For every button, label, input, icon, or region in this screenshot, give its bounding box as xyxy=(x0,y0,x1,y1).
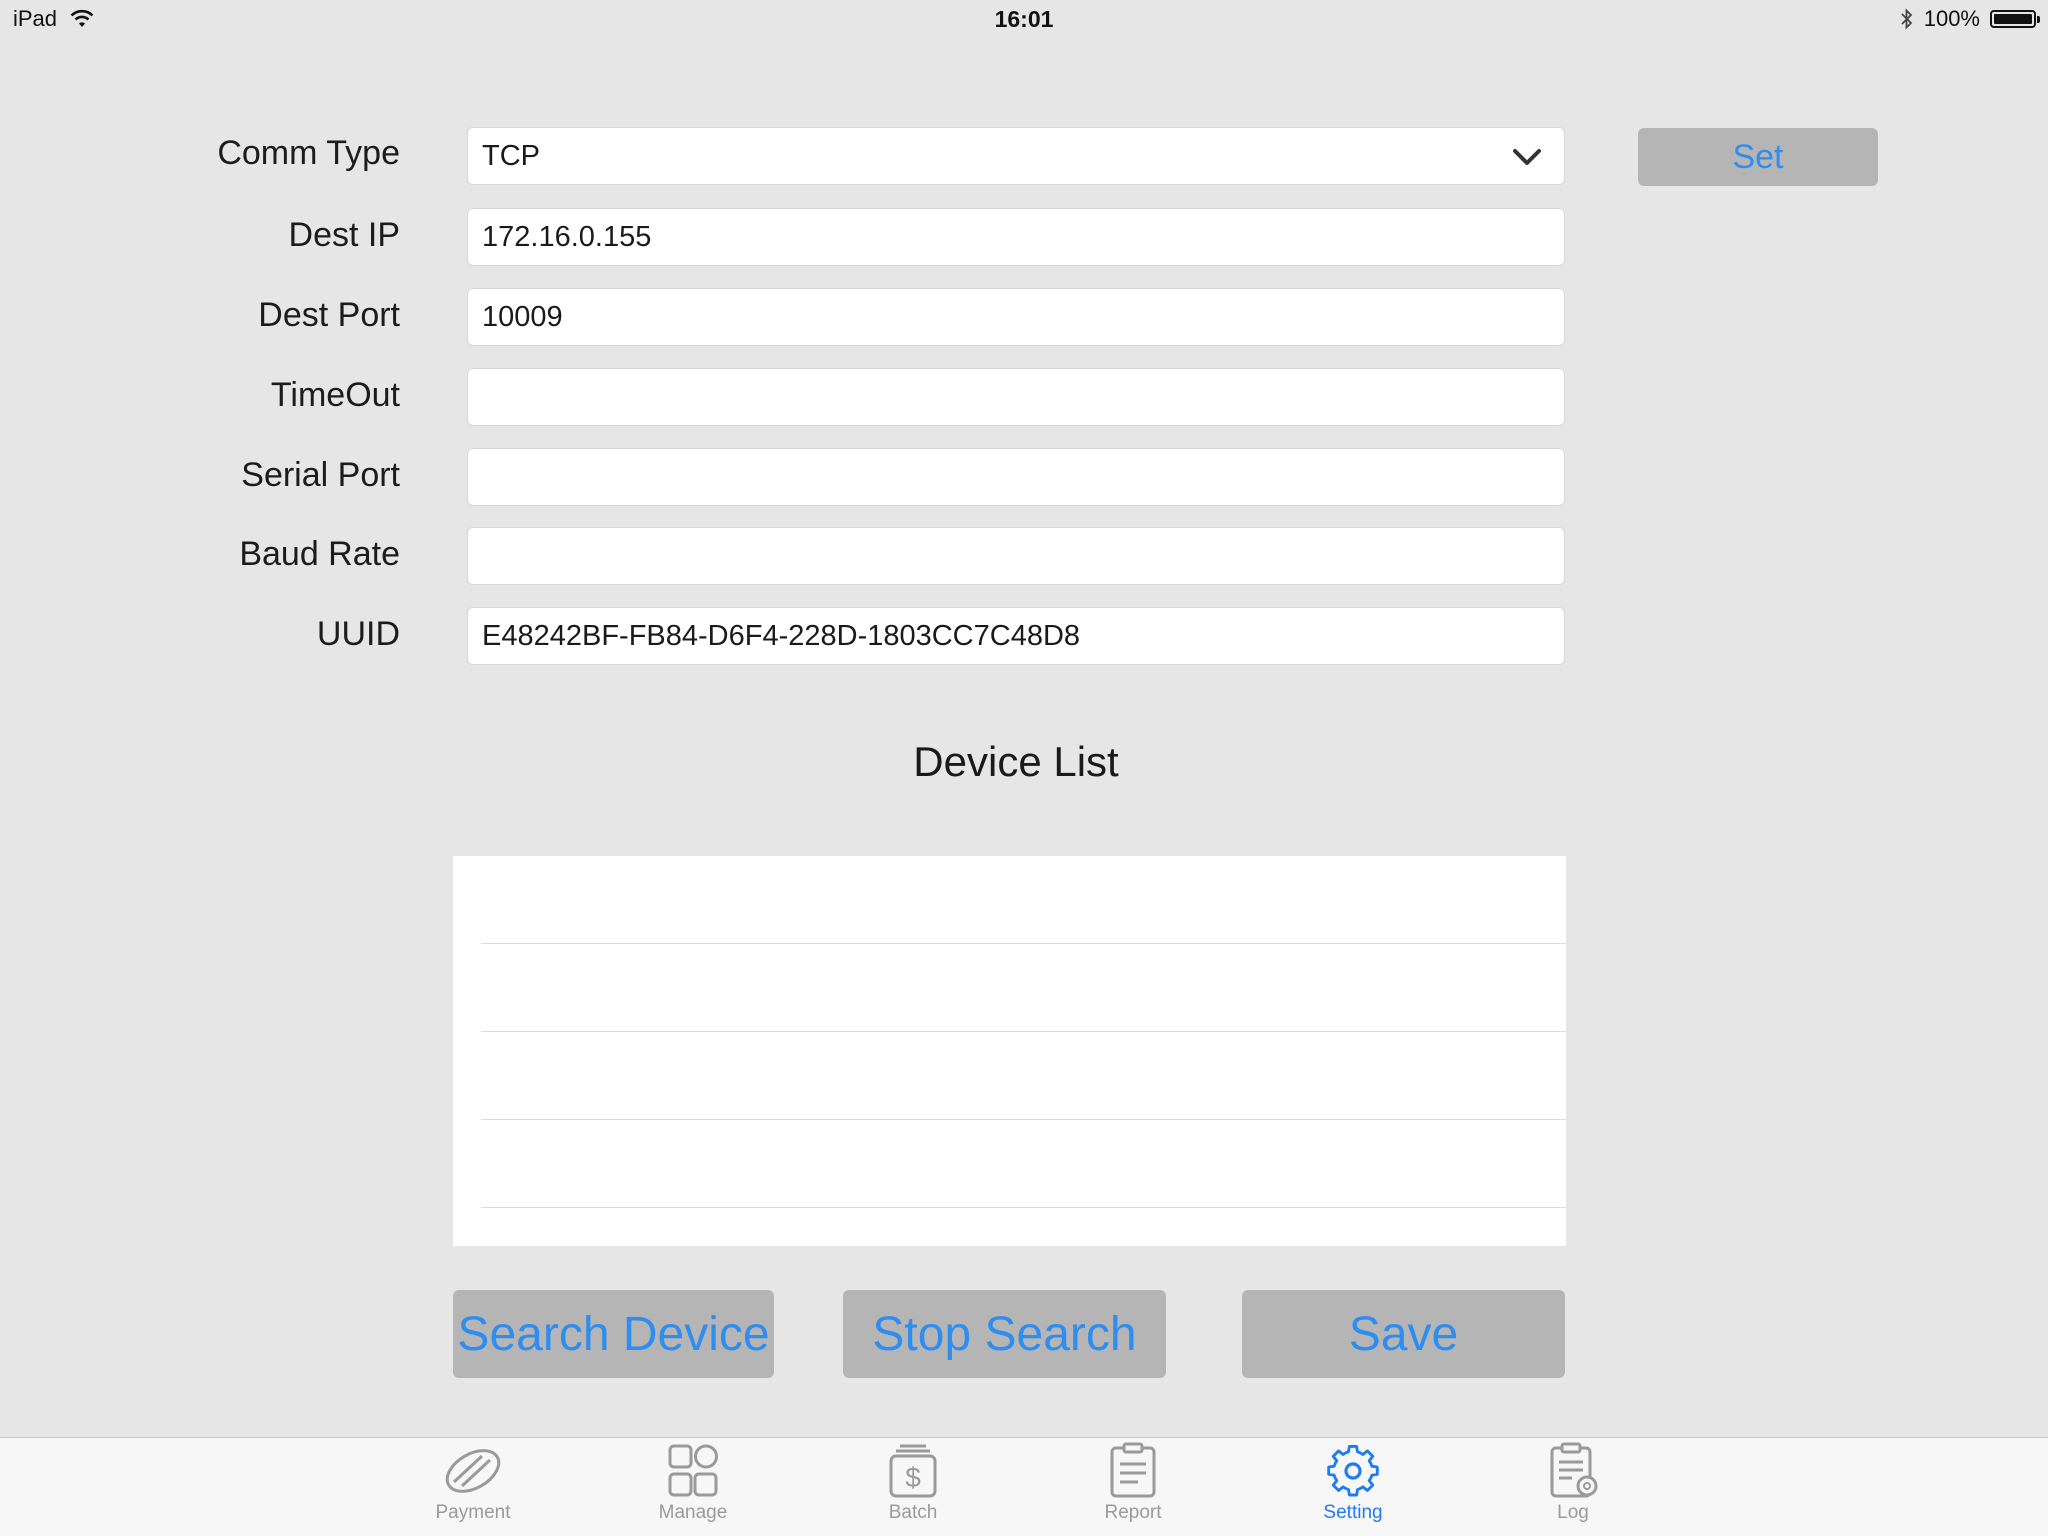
dest-ip-label: Dest IP xyxy=(288,216,400,254)
comm-type-value: TCP xyxy=(482,139,540,172)
gear-icon xyxy=(1327,1444,1379,1497)
tab-log[interactable]: Log xyxy=(1498,1438,1648,1536)
list-item-separator xyxy=(481,943,1566,944)
serial-port-label: Serial Port xyxy=(241,456,400,494)
serial-port-field[interactable] xyxy=(467,448,1565,506)
baud-rate-label: Baud Rate xyxy=(239,535,400,573)
tab-payment[interactable]: Payment xyxy=(398,1438,548,1536)
device-list-title: Device List xyxy=(913,738,1119,785)
tab-report[interactable]: Report xyxy=(1058,1438,1208,1536)
search-device-button[interactable]: Search Device xyxy=(453,1290,774,1378)
timeout-field[interactable] xyxy=(467,368,1565,426)
tab-label: Log xyxy=(1557,1502,1589,1523)
uuid-value: E48242BF-FB84-D6F4-228D-1803CC7C48D8 xyxy=(482,619,1081,652)
list-item-separator xyxy=(481,1207,1566,1208)
tab-label: Manage xyxy=(658,1502,728,1523)
tab-setting[interactable]: Setting xyxy=(1278,1438,1428,1536)
svg-text:$: $ xyxy=(905,1462,921,1493)
manage-icon xyxy=(668,1444,718,1497)
bluetooth-icon xyxy=(1901,8,1912,30)
uuid-label: UUID xyxy=(316,615,400,653)
dest-ip-field[interactable]: 172.16.0.155 xyxy=(467,208,1565,266)
tab-batch[interactable]: $ Batch xyxy=(838,1438,988,1536)
tab-manage[interactable]: Manage xyxy=(618,1438,768,1536)
timeout-label: TimeOut xyxy=(270,376,400,414)
device-list[interactable] xyxy=(453,856,1566,1246)
baud-rate-field[interactable] xyxy=(467,527,1565,585)
settings-screen: iPad 16:01 100% Comm Type TCP Set Dest I… xyxy=(0,0,2048,1536)
dest-port-value: 10009 xyxy=(482,300,563,333)
tab-label: Payment xyxy=(435,1502,511,1523)
batch-icon: $ xyxy=(889,1444,937,1498)
save-button[interactable]: Save xyxy=(1242,1290,1565,1378)
battery-icon xyxy=(1990,10,2040,28)
list-item-separator xyxy=(481,1031,1566,1032)
set-button[interactable]: Set xyxy=(1638,128,1878,186)
payment-icon xyxy=(445,1449,501,1493)
uuid-field[interactable]: E48242BF-FB84-D6F4-228D-1803CC7C48D8 xyxy=(467,607,1565,665)
tab-label: Report xyxy=(1104,1502,1162,1523)
status-time: 16:01 xyxy=(994,6,1054,32)
tab-label: Batch xyxy=(888,1502,938,1523)
status-bar: iPad 16:01 100% xyxy=(0,0,2048,40)
comm-type-select[interactable]: TCP xyxy=(467,127,1565,185)
tab-bar: Payment Manage $ Batch Report Setting Lo… xyxy=(0,1437,2048,1536)
list-item-separator xyxy=(481,1119,1566,1120)
dest-port-label: Dest Port xyxy=(258,296,400,334)
comm-type-label: Comm Type xyxy=(217,134,400,172)
dest-ip-value: 172.16.0.155 xyxy=(482,220,652,253)
tab-label: Setting xyxy=(1323,1502,1383,1523)
battery-percentage: 100% xyxy=(1923,6,1980,31)
log-icon xyxy=(1550,1442,1598,1498)
chevron-down-icon xyxy=(1513,149,1541,165)
stop-search-button[interactable]: Stop Search xyxy=(843,1290,1166,1378)
dest-port-field[interactable]: 10009 xyxy=(467,288,1565,346)
report-icon xyxy=(1110,1442,1156,1498)
